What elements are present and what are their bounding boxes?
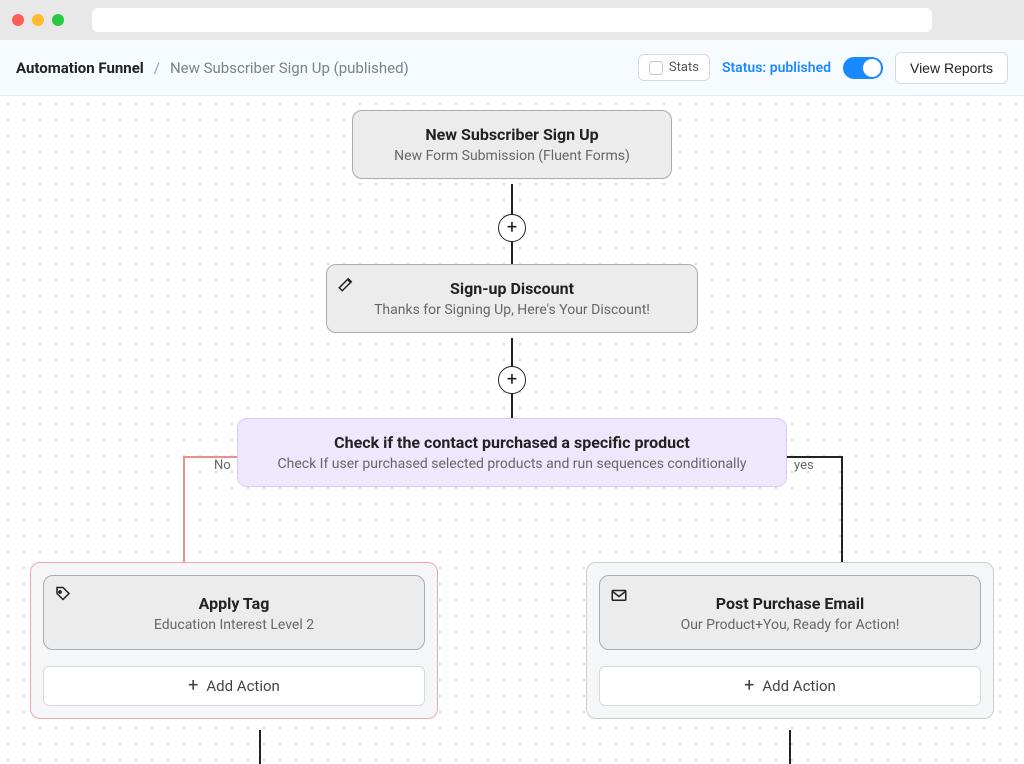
checkbox-icon <box>649 61 663 75</box>
publish-toggle[interactable] <box>843 57 883 79</box>
status-label: Status: published <box>722 60 831 76</box>
trigger-title: New Subscriber Sign Up <box>369 125 655 144</box>
discount-subtitle: Thanks for Signing Up, Here's Your Disco… <box>343 302 681 318</box>
email-icon <box>610 586 628 604</box>
window-controls <box>12 14 64 26</box>
header-actions: Stats Status: published View Reports <box>638 52 1008 84</box>
connector <box>259 730 261 764</box>
condition-node[interactable]: Check if the contact purchased a specifi… <box>237 418 787 487</box>
toggle-knob <box>863 59 881 77</box>
condition-subtitle: Check If user purchased selected product… <box>254 456 770 472</box>
breadcrumb-root[interactable]: Automation Funnel <box>16 59 144 77</box>
trigger-subtitle: New Form Submission (Fluent Forms) <box>369 148 655 164</box>
add-step-button[interactable]: + <box>498 366 526 394</box>
branch-label-no: No <box>214 458 231 473</box>
add-action-button[interactable]: + Add Action <box>43 666 425 706</box>
add-action-label: Add Action <box>206 677 279 695</box>
browser-chrome <box>0 0 1024 40</box>
close-window-button[interactable] <box>12 14 24 26</box>
branch-label-yes: yes <box>794 458 814 473</box>
address-bar[interactable] <box>92 8 932 32</box>
tag-icon <box>54 586 72 604</box>
post-purchase-subtitle: Our Product+You, Ready for Action! <box>616 617 964 633</box>
add-action-label: Add Action <box>762 677 835 695</box>
post-purchase-title: Post Purchase Email <box>616 594 964 613</box>
breadcrumb-separator: / <box>154 59 160 77</box>
minimize-window-button[interactable] <box>32 14 44 26</box>
discount-node[interactable]: Sign-up Discount Thanks for Signing Up, … <box>326 264 698 333</box>
add-step-button[interactable]: + <box>498 214 526 242</box>
add-action-button[interactable]: + Add Action <box>599 666 981 706</box>
connector-yes <box>841 456 843 562</box>
apply-tag-node[interactable]: Apply Tag Education Interest Level 2 <box>43 575 425 650</box>
apply-tag-subtitle: Education Interest Level 2 <box>60 617 408 633</box>
connector <box>789 730 791 764</box>
stats-toggle[interactable]: Stats <box>638 54 710 81</box>
condition-title: Check if the contact purchased a specifi… <box>254 433 770 452</box>
trigger-node[interactable]: New Subscriber Sign Up New Form Submissi… <box>352 110 672 179</box>
view-reports-button[interactable]: View Reports <box>895 52 1008 84</box>
page-header: Automation Funnel / New Subscriber Sign … <box>0 40 1024 96</box>
breadcrumb: Automation Funnel / New Subscriber Sign … <box>16 59 409 77</box>
apply-tag-title: Apply Tag <box>60 594 408 613</box>
edit-icon <box>337 275 355 293</box>
maximize-window-button[interactable] <box>52 14 64 26</box>
branch-panel-no[interactable]: Apply Tag Education Interest Level 2 + A… <box>30 562 438 719</box>
branch-panel-yes[interactable]: Post Purchase Email Our Product+You, Rea… <box>586 562 994 719</box>
automation-canvas[interactable]: New Subscriber Sign Up New Form Submissi… <box>0 96 1024 764</box>
discount-title: Sign-up Discount <box>343 279 681 298</box>
breadcrumb-current: New Subscriber Sign Up (published) <box>170 59 409 77</box>
stats-label: Stats <box>669 60 699 75</box>
post-purchase-node[interactable]: Post Purchase Email Our Product+You, Rea… <box>599 575 981 650</box>
connector-no <box>183 456 185 562</box>
